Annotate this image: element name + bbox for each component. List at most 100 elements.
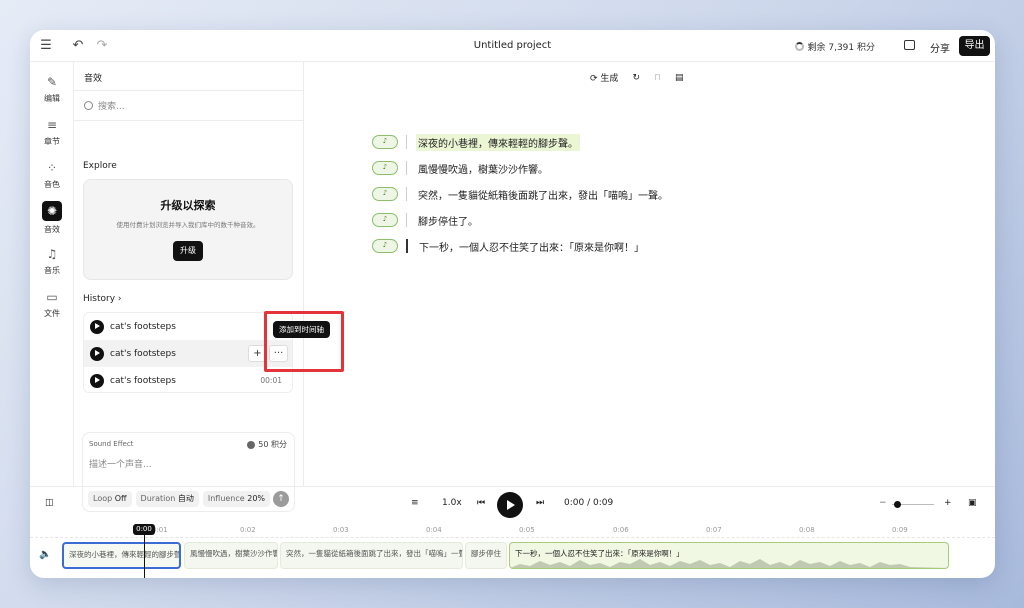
left-rail: ✎ 编辑 ≡ 章节 ⁘ 音色 ✺ 音效 ♫ 音乐 ▭ 文件: [30, 62, 74, 486]
export-button[interactable]: 导出: [959, 36, 990, 56]
search-placeholder: 搜索...: [98, 101, 125, 112]
timeline-clip-active[interactable]: 下一秒，一個人忍不住笑了出來：「原來是你啊！」: [509, 542, 949, 569]
timeline-ruler[interactable]: 0:01 0:02 0:03 0:04 0:05 0:06 0:07 0:08 …: [30, 524, 995, 538]
speed-button[interactable]: 1.0x: [442, 498, 462, 508]
history-label: History: [83, 294, 116, 304]
top-bar: ☰ ↶ ↷ Untitled project 剩余 7,391 积分 分享 导出: [30, 30, 995, 62]
play-icon[interactable]: [90, 346, 104, 361]
play-icon[interactable]: [90, 319, 104, 334]
sfx-tag-icon[interactable]: ♪: [372, 135, 398, 149]
list-item[interactable]: cat's footsteps + ···: [84, 340, 292, 367]
line-text[interactable]: 下一秒，一個人忍不住笑了出來：「原來是你啊！」: [417, 238, 646, 255]
waveform: [510, 559, 948, 568]
music-icon: ♫: [46, 247, 58, 261]
rail-item-chapters[interactable]: ≡ 章节: [30, 117, 74, 147]
regenerate-icon[interactable]: ↻: [632, 73, 640, 83]
rail-label: 音色: [44, 180, 60, 189]
timeline-clip[interactable]: 風慢慢吹過，樹葉沙沙作響。: [184, 542, 278, 569]
grid-icon: ⁘: [46, 161, 58, 175]
sparkle-icon: ✺: [42, 201, 62, 221]
list-item[interactable]: cat's footsteps 00:01: [84, 367, 292, 394]
upgrade-title: 升级以探索: [160, 199, 216, 212]
rail-item-edit[interactable]: ✎ 编辑: [30, 74, 74, 104]
tick-label: 0:08: [799, 526, 815, 534]
sfx-cost: 50 积分: [247, 439, 287, 450]
upgrade-card: 升级以探索 使用付费计划浏览并导入我们库中的数千种音效。 升级: [83, 179, 293, 280]
tick-label: 0:03: [333, 526, 349, 534]
rail-item-music[interactable]: ♫ 音乐: [30, 246, 74, 276]
more-options-button[interactable]: ···: [269, 345, 288, 362]
credits-indicator: 剩余 7,391 积分: [794, 40, 875, 53]
generate-button[interactable]: ⟳ 生成: [590, 71, 618, 84]
chevron-right-icon: ›: [117, 294, 122, 304]
search-icon: [84, 100, 93, 110]
subtitles-icon[interactable]: ▣: [968, 498, 977, 508]
sfx-credit-text: 50 积分: [258, 440, 287, 449]
tick-label: 0:04: [426, 526, 442, 534]
playlist-icon[interactable]: ≡: [411, 498, 419, 508]
line-divider: [406, 161, 407, 175]
playhead-time[interactable]: 0:00: [133, 524, 155, 535]
timeline-clip[interactable]: 腳步停住: [465, 542, 507, 569]
text-caret: [406, 239, 408, 253]
tick-label: 0:09: [892, 526, 908, 534]
explore-heading: Explore: [83, 161, 117, 171]
play-button[interactable]: [497, 492, 523, 518]
editor-toolbar: ⟳ 生成 ↻ ⊓ ▤: [590, 71, 684, 85]
rail-item-files[interactable]: ▭ 文件: [30, 289, 74, 319]
lock-icon[interactable]: ⊓: [654, 73, 661, 83]
skip-back-icon[interactable]: ⏮: [477, 498, 485, 508]
script-line[interactable]: ♪ 下一秒，一個人忍不住笑了出來：「原來是你啊！」: [372, 238, 646, 254]
timeline-clip[interactable]: 突然，一隻貓從紙箱後面跳了出來，發出「喵嗚」一聲。: [280, 542, 463, 569]
rail-item-sound-effects[interactable]: ✺ 音效: [30, 201, 74, 235]
layout-icon[interactable]: ▤: [675, 73, 684, 83]
toggle-panel-icon[interactable]: ◫: [45, 498, 54, 508]
zoom-slider-handle[interactable]: [894, 501, 901, 508]
script-line[interactable]: ♪ 突然，一隻貓從紙箱後面跳了出來，發出「喵嗚」一聲。: [372, 186, 670, 202]
sound-effects-panel: 音效 搜索... Explore 升级以探索 使用付费计划浏览并导入我们库中的数…: [74, 62, 344, 512]
tick-label: 0:05: [519, 526, 535, 534]
comment-icon[interactable]: [904, 40, 915, 50]
skip-forward-icon[interactable]: ⏭: [536, 498, 544, 508]
rail-label: 章节: [44, 137, 60, 146]
script-line[interactable]: ♪ 腳步停住了。: [372, 212, 480, 228]
history-heading[interactable]: History ›: [83, 294, 122, 304]
line-text[interactable]: 深夜的小巷裡，傳來輕輕的腳步聲。: [416, 133, 580, 151]
rail-label: 音效: [44, 225, 60, 234]
script-line[interactable]: ♪ 風慢慢吹過，樹葉沙沙作響。: [372, 160, 550, 176]
upgrade-button[interactable]: 升级: [173, 241, 203, 261]
zoom-out-button[interactable]: −: [879, 498, 887, 508]
panel-title: 音效: [84, 74, 103, 84]
share-button[interactable]: 分享: [930, 40, 950, 55]
sfx-tag-icon[interactable]: ♪: [372, 187, 398, 201]
divider: [74, 120, 303, 121]
generate-label: 生成: [600, 74, 619, 84]
credits-ring-icon: [794, 42, 804, 51]
list-icon: ≡: [46, 118, 58, 132]
add-to-timeline-tooltip: 添加到时间轴: [273, 321, 330, 338]
line-divider: [406, 187, 407, 201]
search-input[interactable]: 搜索...: [84, 96, 293, 114]
line-text[interactable]: 突然，一隻貓從紙箱後面跳了出來，發出「喵嗚」一聲。: [416, 186, 670, 203]
line-text[interactable]: 風慢慢吹過，樹葉沙沙作響。: [416, 160, 550, 177]
upgrade-description: 使用付费计划浏览并导入我们库中的数千种音效。: [116, 221, 260, 229]
list-item[interactable]: cat's footsteps: [84, 313, 292, 340]
add-to-timeline-button[interactable]: +: [248, 345, 267, 362]
sfx-prompt-input[interactable]: 描述一个声音...: [89, 457, 152, 470]
refresh-icon: ⟳: [590, 74, 598, 84]
rail-item-voices[interactable]: ⁘ 音色: [30, 160, 74, 190]
play-icon[interactable]: [90, 373, 104, 388]
folder-icon: ▭: [46, 290, 58, 304]
rail-label: 文件: [44, 309, 60, 318]
line-text[interactable]: 腳步停住了。: [416, 212, 480, 229]
zoom-in-button[interactable]: +: [944, 498, 952, 508]
history-list: cat's footsteps cat's footsteps + ··· ca…: [83, 312, 293, 393]
audio-track: 深夜的小巷裡，傳來輕輕的腳步聲。 風慢慢吹過，樹葉沙沙作響。 突然，一隻貓從紙箱…: [30, 538, 995, 578]
timeline-clip[interactable]: 深夜的小巷裡，傳來輕輕的腳步聲。: [62, 542, 181, 569]
sfx-tag-icon[interactable]: ♪: [372, 161, 398, 175]
script-line[interactable]: ♪ 深夜的小巷裡，傳來輕輕的腳步聲。: [372, 133, 580, 151]
sfx-tag-icon[interactable]: ♪: [372, 239, 398, 253]
history-item-name: cat's footsteps: [110, 375, 176, 386]
pen-icon: ✎: [46, 75, 58, 89]
sfx-tag-icon[interactable]: ♪: [372, 213, 398, 227]
